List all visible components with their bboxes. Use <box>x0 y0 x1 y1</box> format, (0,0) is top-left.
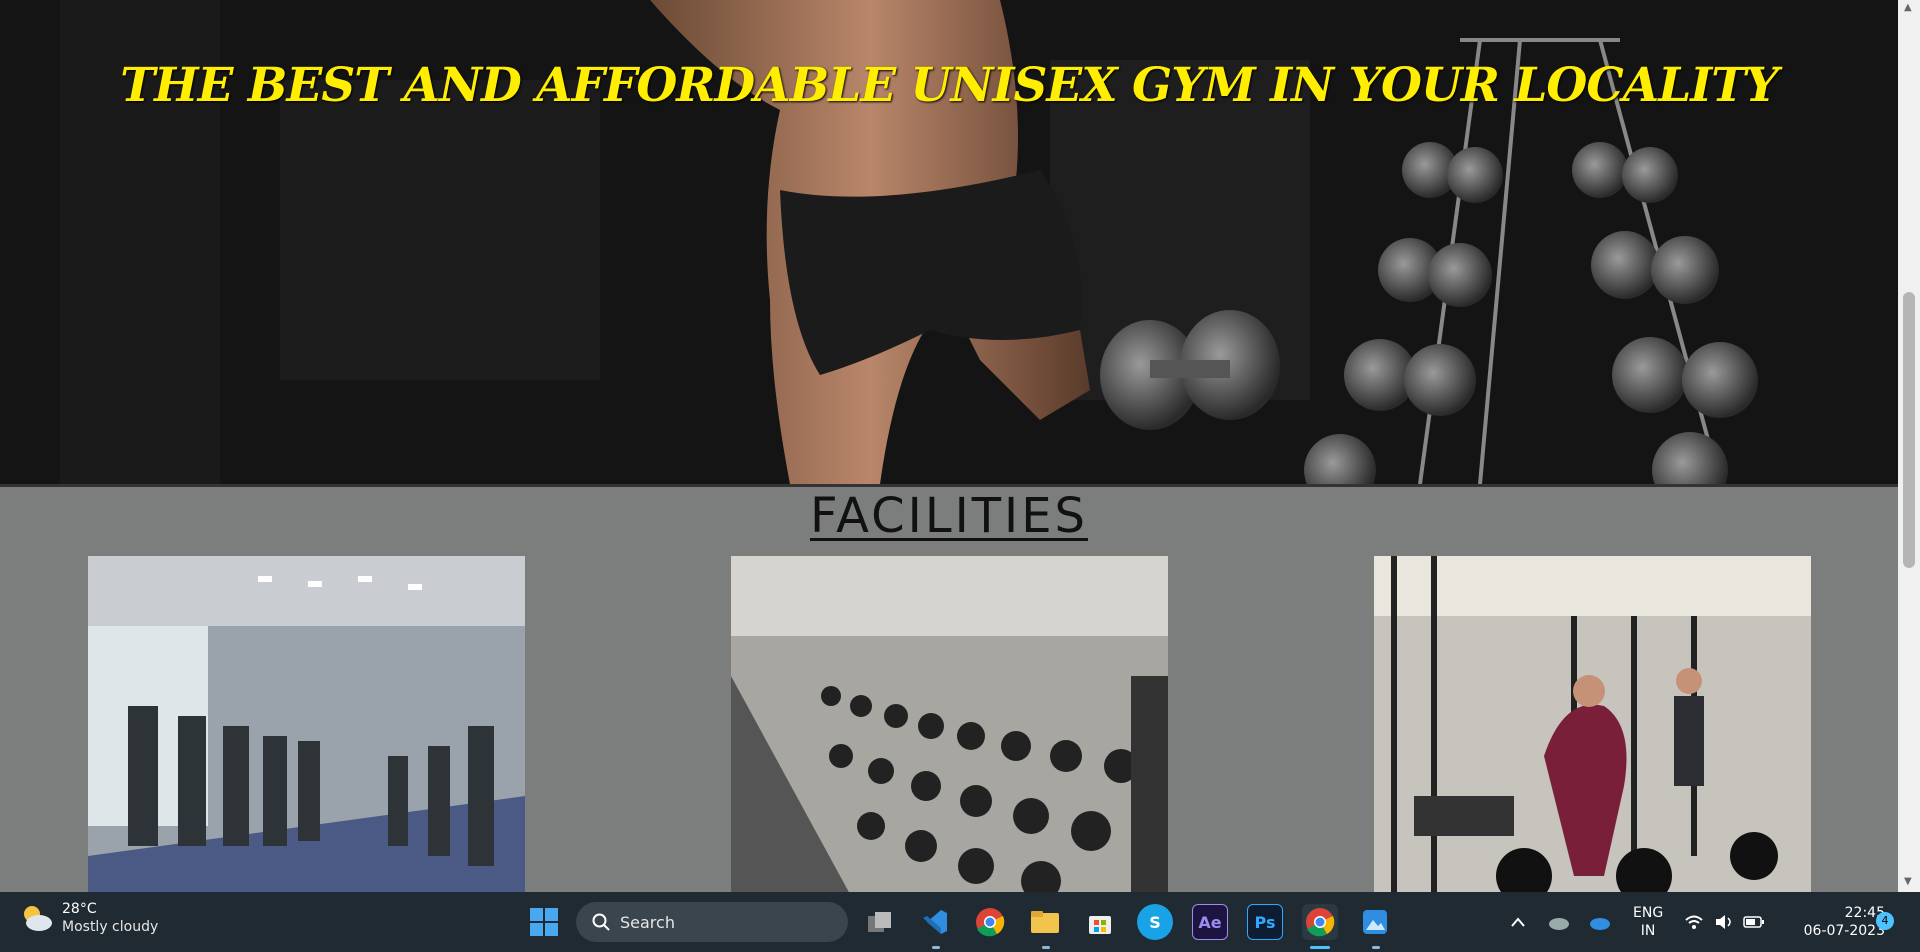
hero-title: THE BEST AND AFFORDABLE UNISEX GYM IN YO… <box>120 58 1779 113</box>
notification-badge[interactable]: 4 <box>1876 912 1894 930</box>
language-line-2: IN <box>1640 923 1656 939</box>
hero-banner: THE BEST AND AFFORDABLE UNISEX GYM IN YO… <box>0 0 1898 487</box>
explorer-running-indicator <box>1042 946 1050 949</box>
chrome-icon[interactable] <box>972 904 1008 940</box>
photoshop-icon[interactable]: Ps <box>1247 904 1283 940</box>
scroll-up-arrow-icon[interactable]: ▲ <box>1904 2 1912 13</box>
task-view-icon[interactable] <box>862 904 898 940</box>
vscode-icon[interactable] <box>917 904 953 940</box>
windows-taskbar: 28°C Mostly cloudy Search S Ae Ps ENG IN… <box>0 892 1920 952</box>
skype-icon[interactable]: S <box>1137 904 1173 940</box>
facility-image-cardio <box>88 556 525 892</box>
chevron-up-icon[interactable] <box>1505 904 1531 940</box>
onedrive-cloud-icon[interactable] <box>1586 904 1614 940</box>
onedrive-sync-icon[interactable] <box>1545 904 1573 940</box>
chrome-active-indicator <box>1310 946 1330 949</box>
facility-image-dumbbells <box>731 556 1168 892</box>
search-icon <box>592 913 610 931</box>
after-effects-icon[interactable]: Ae <box>1192 904 1228 940</box>
search-label: Search <box>620 912 675 932</box>
taskbar-search-box[interactable]: Search <box>576 902 848 942</box>
start-icon[interactable] <box>526 904 562 940</box>
vscode-running-indicator <box>932 946 940 949</box>
clock-time: 22:45 <box>1844 905 1885 921</box>
volume-icon[interactable] <box>1711 904 1737 940</box>
weather-temperature: 28°C <box>62 901 97 917</box>
weather-condition: Mostly cloudy <box>62 919 159 935</box>
wifi-icon[interactable] <box>1681 904 1707 940</box>
language-line-1: ENG <box>1633 905 1664 921</box>
browser-viewport: THE BEST AND AFFORDABLE UNISEX GYM IN YO… <box>0 0 1898 892</box>
photos-running-indicator <box>1372 946 1380 949</box>
photos-icon[interactable] <box>1357 904 1393 940</box>
page-scrollbar[interactable]: ▲ ▼ <box>1898 0 1920 892</box>
store-icon[interactable] <box>1082 904 1118 940</box>
system-clock[interactable]: 22:45 06-07-2023 <box>1785 904 1885 940</box>
file-explorer-icon[interactable] <box>1027 904 1063 940</box>
language-indicator[interactable]: ENG IN <box>1633 904 1663 940</box>
facilities-heading: FACILITIES <box>809 488 1089 544</box>
facility-image-crossfit <box>1374 556 1811 892</box>
scroll-down-arrow-icon[interactable]: ▼ <box>1904 876 1912 887</box>
chrome-active-icon[interactable] <box>1302 904 1338 940</box>
scrollbar-thumb[interactable] <box>1903 292 1915 568</box>
cloudy-weather-icon <box>24 906 52 931</box>
weather-widget[interactable]: 28°C Mostly cloudy <box>20 900 158 936</box>
clock-date: 06-07-2023 <box>1803 923 1885 939</box>
battery-icon[interactable] <box>1741 904 1767 940</box>
